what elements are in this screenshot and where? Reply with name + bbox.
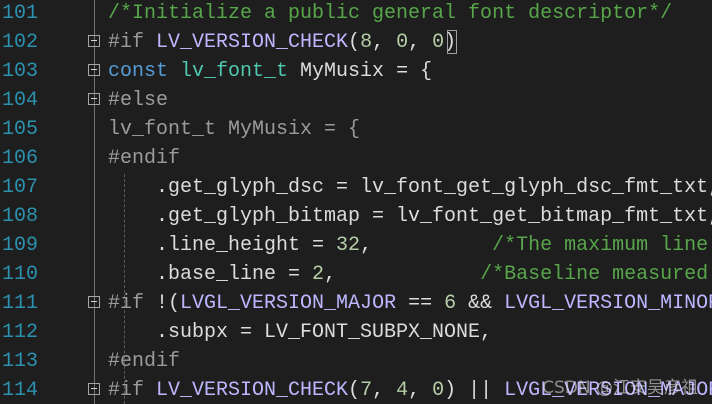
code-text[interactable]: #endif (108, 144, 180, 173)
code-token: ( (348, 31, 361, 54)
code-token: LVGL_VERSION_MINOR (504, 292, 712, 315)
code-token: LV_VERSION_CHECK (156, 31, 349, 54)
code-token: , (408, 31, 433, 54)
line-number: 112 (1, 321, 38, 344)
code-token: !( (156, 292, 181, 315)
code-text[interactable]: const lv_font_t MyMusix = { (108, 57, 432, 86)
code-text[interactable]: .base_line = 2, /*Baseline measured (108, 260, 708, 289)
code-line[interactable]: 106 #endif (0, 144, 712, 173)
code-editor[interactable]: 101 /*Initialize a public general font de… (0, 0, 712, 404)
code-token: .subpx = LV_FONT_SUBPX_NONE, (108, 321, 493, 344)
code-token: /*Initialize a public general font descr… (108, 2, 673, 25)
code-token: 7 (360, 379, 373, 402)
collapse-icon[interactable] (88, 35, 100, 47)
code-token: , (324, 263, 481, 286)
code-line[interactable]: 105 lv_font_t MyMusix = { (0, 115, 712, 144)
code-line[interactable]: 107 .get_glyph_dsc = lv_font_get_glyph_d… (0, 173, 712, 202)
line-number: 102 (1, 31, 38, 54)
code-line[interactable]: 109 .line_height = 32, /*The maximum lin… (0, 231, 712, 260)
line-number: 110 (1, 263, 38, 286)
code-token: #else (108, 89, 169, 112)
code-token: #endif (108, 350, 181, 373)
code-token: .base_line = (108, 263, 313, 286)
code-token: 32 (336, 234, 361, 257)
code-line[interactable]: 103 const lv_font_t MyMusix = { (0, 57, 712, 86)
code-line[interactable]: 111 #if !(LVGL_VERSION_MAJOR == 6 && LVGL… (0, 289, 712, 318)
code-line[interactable]: 112 .subpx = LV_FONT_SUBPX_NONE, (0, 318, 712, 347)
code-token: == (396, 292, 445, 315)
code-text[interactable]: .line_height = 32, /*The maximum line (108, 231, 708, 260)
code-token: lv_font_t MyMusix = { (108, 118, 361, 141)
code-token: #if (108, 31, 157, 54)
code-token: LV_VERSION_CHECK (156, 379, 349, 402)
code-token: && (456, 292, 505, 315)
code-text[interactable]: /*Initialize a public general font descr… (108, 0, 672, 28)
code-token: ) (444, 31, 457, 54)
code-text[interactable]: .subpx = LV_FONT_SUBPX_NONE, (108, 318, 492, 347)
code-token: 0 (432, 379, 445, 402)
code-token: 0 (396, 31, 409, 54)
code-line[interactable]: 101 /*Initialize a public general font de… (0, 0, 712, 28)
code-token: LVGL_VERSION_MAJOR (180, 292, 397, 315)
line-number: 101 (1, 2, 38, 25)
line-number: 106 (1, 147, 38, 170)
code-text[interactable]: #if LV_VERSION_CHECK(8, 0, 0) (108, 28, 456, 57)
line-number: 109 (1, 234, 38, 257)
line-number: 107 (1, 176, 38, 199)
code-token: ) || (444, 379, 505, 402)
code-text[interactable]: .get_glyph_dsc = lv_font_get_glyph_dsc_f… (108, 173, 712, 202)
code-token: , (408, 379, 433, 402)
code-token: 0 (432, 31, 445, 54)
code-text[interactable]: #endif (108, 347, 180, 376)
code-line[interactable]: 104 #else (0, 86, 712, 115)
code-token: ( (348, 379, 361, 402)
line-number: 103 (1, 60, 38, 83)
code-token: .get_glyph_dsc = lv_font_get_glyph_dsc_f… (108, 176, 712, 199)
code-line[interactable]: 113 #endif (0, 347, 712, 376)
code-token: .line_height = (108, 234, 337, 257)
code-token: #endif (108, 147, 181, 170)
line-number: 113 (1, 350, 38, 373)
code-token: , (372, 379, 397, 402)
code-token: 6 (444, 292, 457, 315)
collapse-icon[interactable] (88, 64, 100, 76)
code-token: MyMusix = { (288, 60, 433, 83)
code-token: 2 (312, 263, 325, 286)
code-token: /*Baseline measured (480, 263, 709, 286)
code-token: /*The maximum line (492, 234, 709, 257)
code-token: , (360, 234, 493, 257)
code-text[interactable]: #else (108, 86, 168, 115)
collapse-icon[interactable] (88, 93, 100, 105)
code-token: 8 (360, 31, 373, 54)
code-line[interactable]: 102 #if LV_VERSION_CHECK(8, 0, 0) (0, 28, 712, 57)
code-token: const (108, 60, 181, 83)
line-number: 105 (1, 118, 38, 141)
watermark: CSDN @江安吴彦祖 (542, 378, 698, 398)
code-line[interactable]: 110 .base_line = 2, /*Baseline measured (0, 260, 712, 289)
code-text[interactable]: .get_glyph_bitmap = lv_font_get_bitmap_f… (108, 202, 712, 231)
line-number: 104 (1, 89, 38, 112)
code-token: #if (108, 292, 157, 315)
line-number: 114 (1, 379, 38, 402)
code-token: , (372, 31, 397, 54)
code-text[interactable]: lv_font_t MyMusix = { (108, 115, 360, 144)
collapse-icon[interactable] (88, 383, 100, 395)
code-text[interactable]: #if !(LVGL_VERSION_MAJOR == 6 && LVGL_VE… (108, 289, 712, 318)
collapse-icon[interactable] (88, 296, 100, 308)
code-token: .get_glyph_bitmap = lv_font_get_bitmap_f… (108, 205, 712, 228)
line-number: 108 (1, 205, 38, 228)
code-token: lv_font_t (180, 60, 289, 83)
line-number: 111 (1, 292, 38, 315)
code-line[interactable]: 108 .get_glyph_bitmap = lv_font_get_bitm… (0, 202, 712, 231)
code-token: #if (108, 379, 157, 402)
code-token: 4 (396, 379, 409, 402)
